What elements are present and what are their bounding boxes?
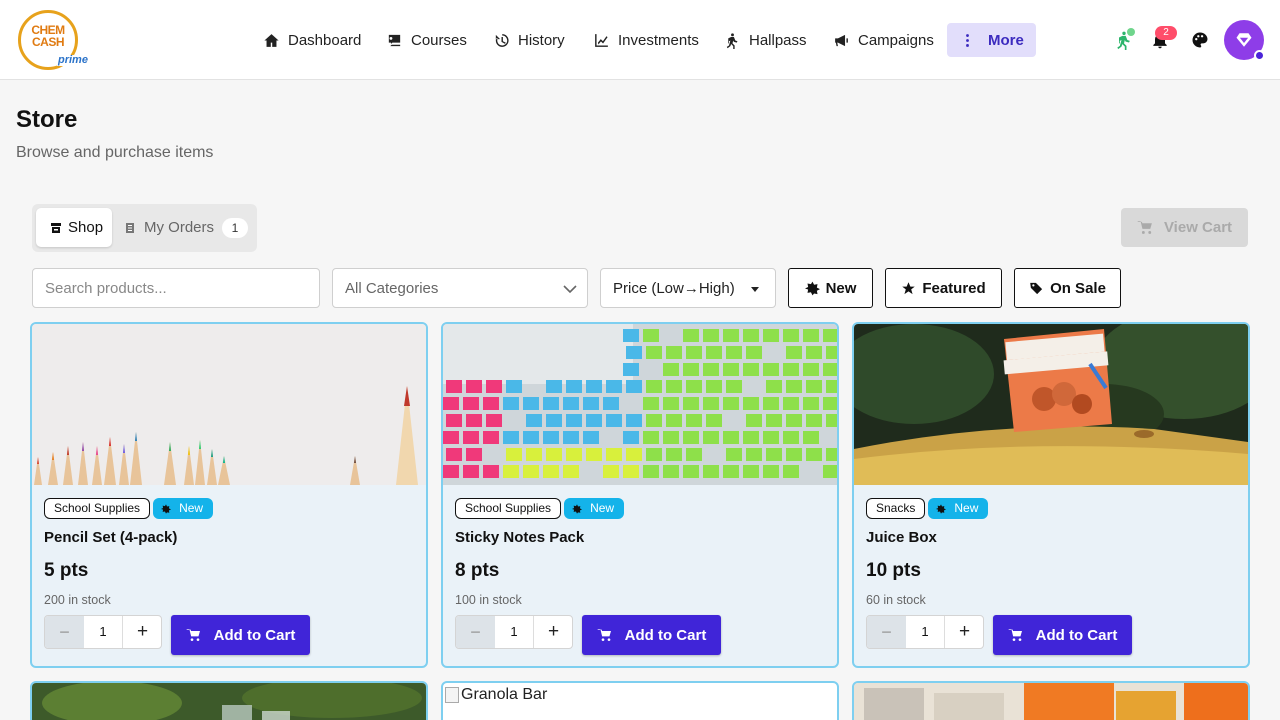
product-stock: 60 in stock [866, 593, 926, 607]
star-icon [902, 281, 916, 294]
cart-icon [186, 629, 200, 641]
store-icon [51, 222, 61, 233]
history-icon [495, 33, 509, 47]
product-image [32, 683, 426, 720]
new-badge: New [564, 498, 625, 519]
decrement-button[interactable]: − [867, 616, 906, 648]
product-price: 5 pts [44, 560, 89, 581]
nav-more[interactable]: More [947, 23, 1036, 57]
product-name: Sticky Notes Pack [455, 529, 585, 546]
increment-button[interactable]: + [534, 616, 572, 648]
new-badge: New [153, 498, 214, 519]
receipt-icon [126, 222, 134, 233]
category-select[interactable]: All Categories [332, 268, 588, 308]
increment-button[interactable]: + [123, 616, 161, 648]
store-tabs: Shop My Orders 1 [32, 204, 257, 252]
category-tag: School Supplies [44, 498, 151, 519]
tab-shop[interactable]: Shop [36, 208, 112, 247]
status-dot [1127, 28, 1135, 36]
starburst-icon [572, 503, 583, 514]
starburst-icon [936, 503, 947, 514]
quantity-value[interactable]: 1 [906, 616, 945, 648]
nav-dashboard[interactable]: Dashboard [263, 23, 361, 57]
product-name: Pencil Set (4-pack) [44, 529, 178, 546]
page-title: Store [16, 106, 78, 133]
decrement-button[interactable]: − [456, 616, 495, 648]
product-tags: Snacks New [866, 498, 989, 519]
search-input[interactable] [32, 268, 320, 308]
quantity-stepper: − 1 + [44, 615, 162, 649]
investments-icon [595, 33, 608, 47]
product-image [854, 683, 1248, 720]
product-card: School Supplies New Pencil Set (4-pack) … [30, 322, 428, 668]
product-image [443, 324, 837, 485]
online-indicator [1254, 50, 1265, 61]
add-to-cart-button[interactable]: Add to Cart [582, 615, 721, 655]
megaphone-icon [835, 34, 848, 46]
add-to-cart-button[interactable]: Add to Cart [993, 615, 1132, 655]
hallpass-icon [726, 32, 738, 49]
quantity-value[interactable]: 1 [84, 616, 123, 648]
quantity-stepper: − 1 + [455, 615, 573, 649]
cart-icon [597, 629, 611, 641]
starburst-icon [161, 503, 172, 514]
filter-on-sale-button[interactable]: On Sale [1014, 268, 1121, 308]
tab-my-orders[interactable]: My Orders 1 [124, 208, 249, 247]
gem-icon [1236, 33, 1252, 47]
nav-campaigns[interactable]: Campaigns [833, 23, 934, 57]
product-stock: 200 in stock [44, 593, 111, 607]
filter-new-button[interactable]: New [788, 268, 873, 308]
product-card: Snacks New Juice Box 10 pts 60 in stock … [852, 322, 1250, 668]
category-tag: School Supplies [455, 498, 562, 519]
top-navbar: CHEM CASH prime Dashboard Courses History… [0, 0, 1280, 80]
product-card [30, 681, 428, 720]
more-vertical-icon [966, 33, 969, 47]
product-card: School Supplies New Sticky Notes Pack 8 … [441, 322, 839, 668]
product-stock: 100 in stock [455, 593, 522, 607]
product-card [852, 681, 1250, 720]
increment-button[interactable]: + [945, 616, 983, 648]
palette-icon[interactable] [1190, 30, 1210, 50]
product-tags: School Supplies New [455, 498, 625, 519]
add-to-cart-button[interactable]: Add to Cart [171, 615, 310, 655]
nav-hallpass[interactable]: Hallpass [724, 23, 807, 57]
view-cart-button[interactable]: View Cart [1121, 208, 1248, 247]
chemcash-logo[interactable]: CHEM CASH prime [18, 10, 89, 70]
broken-image-icon [445, 687, 459, 703]
chevron-down-icon [563, 285, 577, 294]
product-name: Juice Box [866, 529, 937, 546]
broken-image: Granola Bar [445, 686, 547, 704]
decrement-button[interactable]: − [45, 616, 84, 648]
nav-investments[interactable]: Investments [593, 23, 699, 57]
quantity-value[interactable]: 1 [495, 616, 534, 648]
new-badge: New [928, 498, 989, 519]
sort-select[interactable]: Price (Low→High) [600, 268, 776, 308]
starburst-icon [804, 281, 820, 295]
orders-count-badge: 1 [222, 217, 249, 238]
courses-icon [388, 34, 401, 46]
quantity-stepper: − 1 + [866, 615, 984, 649]
tags-icon [1030, 282, 1043, 294]
category-tag: Snacks [866, 498, 926, 519]
filter-featured-button[interactable]: Featured [885, 268, 1002, 308]
cart-icon [1008, 629, 1022, 641]
product-image [854, 324, 1248, 485]
nav-history[interactable]: History [493, 23, 565, 57]
product-card: Granola Bar [441, 681, 839, 720]
caret-down-icon [751, 287, 759, 292]
cart-icon [1137, 221, 1152, 234]
notification-badge: 2 [1155, 26, 1177, 40]
product-price: 8 pts [455, 560, 500, 581]
page-subtitle: Browse and purchase items [16, 144, 214, 161]
home-icon [264, 33, 279, 47]
product-tags: School Supplies New [44, 498, 214, 519]
product-price: 10 pts [866, 560, 921, 581]
product-image [32, 324, 426, 485]
nav-courses[interactable]: Courses [386, 23, 467, 57]
